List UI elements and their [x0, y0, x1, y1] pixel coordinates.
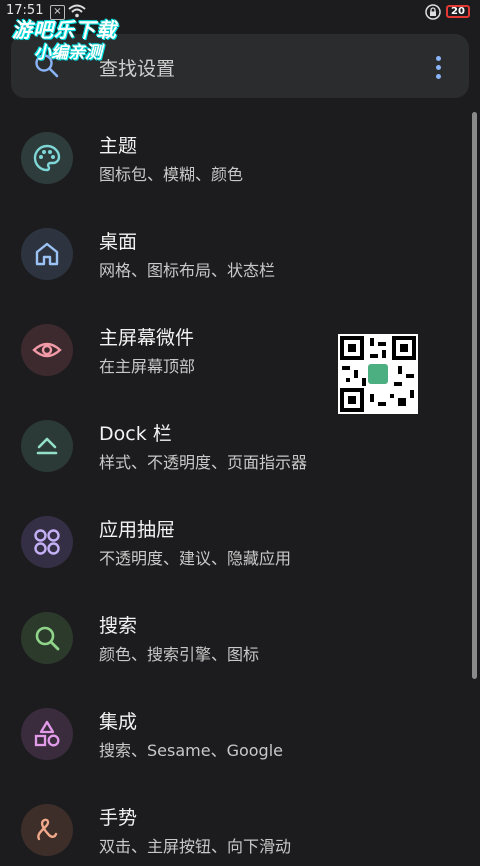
item-subtitle: 图标包、模糊、颜色	[99, 165, 244, 184]
item-subtitle: 在主屏幕顶部	[99, 357, 196, 376]
icon-circle	[21, 324, 73, 376]
item-title: Dock 栏	[99, 423, 172, 445]
item-title: 应用抽屉	[99, 519, 176, 541]
icon-circle	[21, 420, 73, 472]
item-subtitle: 双击、主屏按钮、向下滑动	[99, 837, 292, 856]
item-title: 主题	[99, 135, 138, 157]
gesture-icon	[37, 818, 58, 841]
item-title: 集成	[99, 711, 138, 733]
item-subtitle: 搜索、Sesame、Google	[99, 741, 283, 760]
item-title: 主屏幕微件	[99, 327, 195, 349]
item-title: 桌面	[99, 231, 138, 253]
lock-icon	[425, 4, 441, 20]
settings-item-app-drawer[interactable]: 应用抽屉 不透明度、建议、隐藏应用	[0, 482, 470, 578]
scrollbar[interactable]	[472, 112, 477, 679]
item-title: 手势	[99, 807, 138, 829]
palette-icon	[33, 144, 61, 172]
item-title: 搜索	[99, 615, 138, 637]
icon-circle	[21, 804, 73, 856]
settings-item-gestures[interactable]: 手势 双击、主屏按钮、向下滑动	[0, 770, 470, 866]
settings-item-search[interactable]: 搜索 颜色、搜索引擎、图标	[0, 578, 470, 674]
icon-circle	[21, 516, 73, 568]
watermark-line2: 小编亲测	[34, 43, 102, 63]
eye-icon	[32, 342, 62, 358]
more-options-icon[interactable]	[435, 56, 443, 83]
item-subtitle: 网格、图标布局、状态栏	[99, 261, 276, 280]
icon-circle	[21, 708, 73, 760]
icon-circle	[21, 612, 73, 664]
settings-item-desktop[interactable]: 桌面 网格、图标布局、状态栏	[0, 194, 470, 290]
home-icon	[35, 242, 59, 266]
watermark-logo: 游吧乐下载 小编亲测	[6, 14, 156, 64]
settings-item-integration[interactable]: 集成 搜索、Sesame、Google	[0, 674, 470, 770]
qr-logo	[368, 364, 388, 384]
item-subtitle: 样式、不透明度、页面指示器	[99, 453, 308, 472]
qr-code-image	[338, 334, 418, 414]
dock-icon	[36, 437, 58, 455]
search-icon	[35, 626, 60, 651]
item-subtitle: 颜色、搜索引擎、图标	[99, 645, 260, 664]
icon-circle	[21, 132, 73, 184]
item-subtitle: 不透明度、建议、隐藏应用	[99, 549, 292, 568]
settings-item-theme[interactable]: 主题 图标包、模糊、颜色	[0, 98, 470, 194]
apps-grid-icon	[34, 529, 60, 555]
icon-circle	[21, 228, 73, 280]
battery-indicator: 20	[446, 5, 470, 18]
shapes-icon	[34, 720, 60, 747]
